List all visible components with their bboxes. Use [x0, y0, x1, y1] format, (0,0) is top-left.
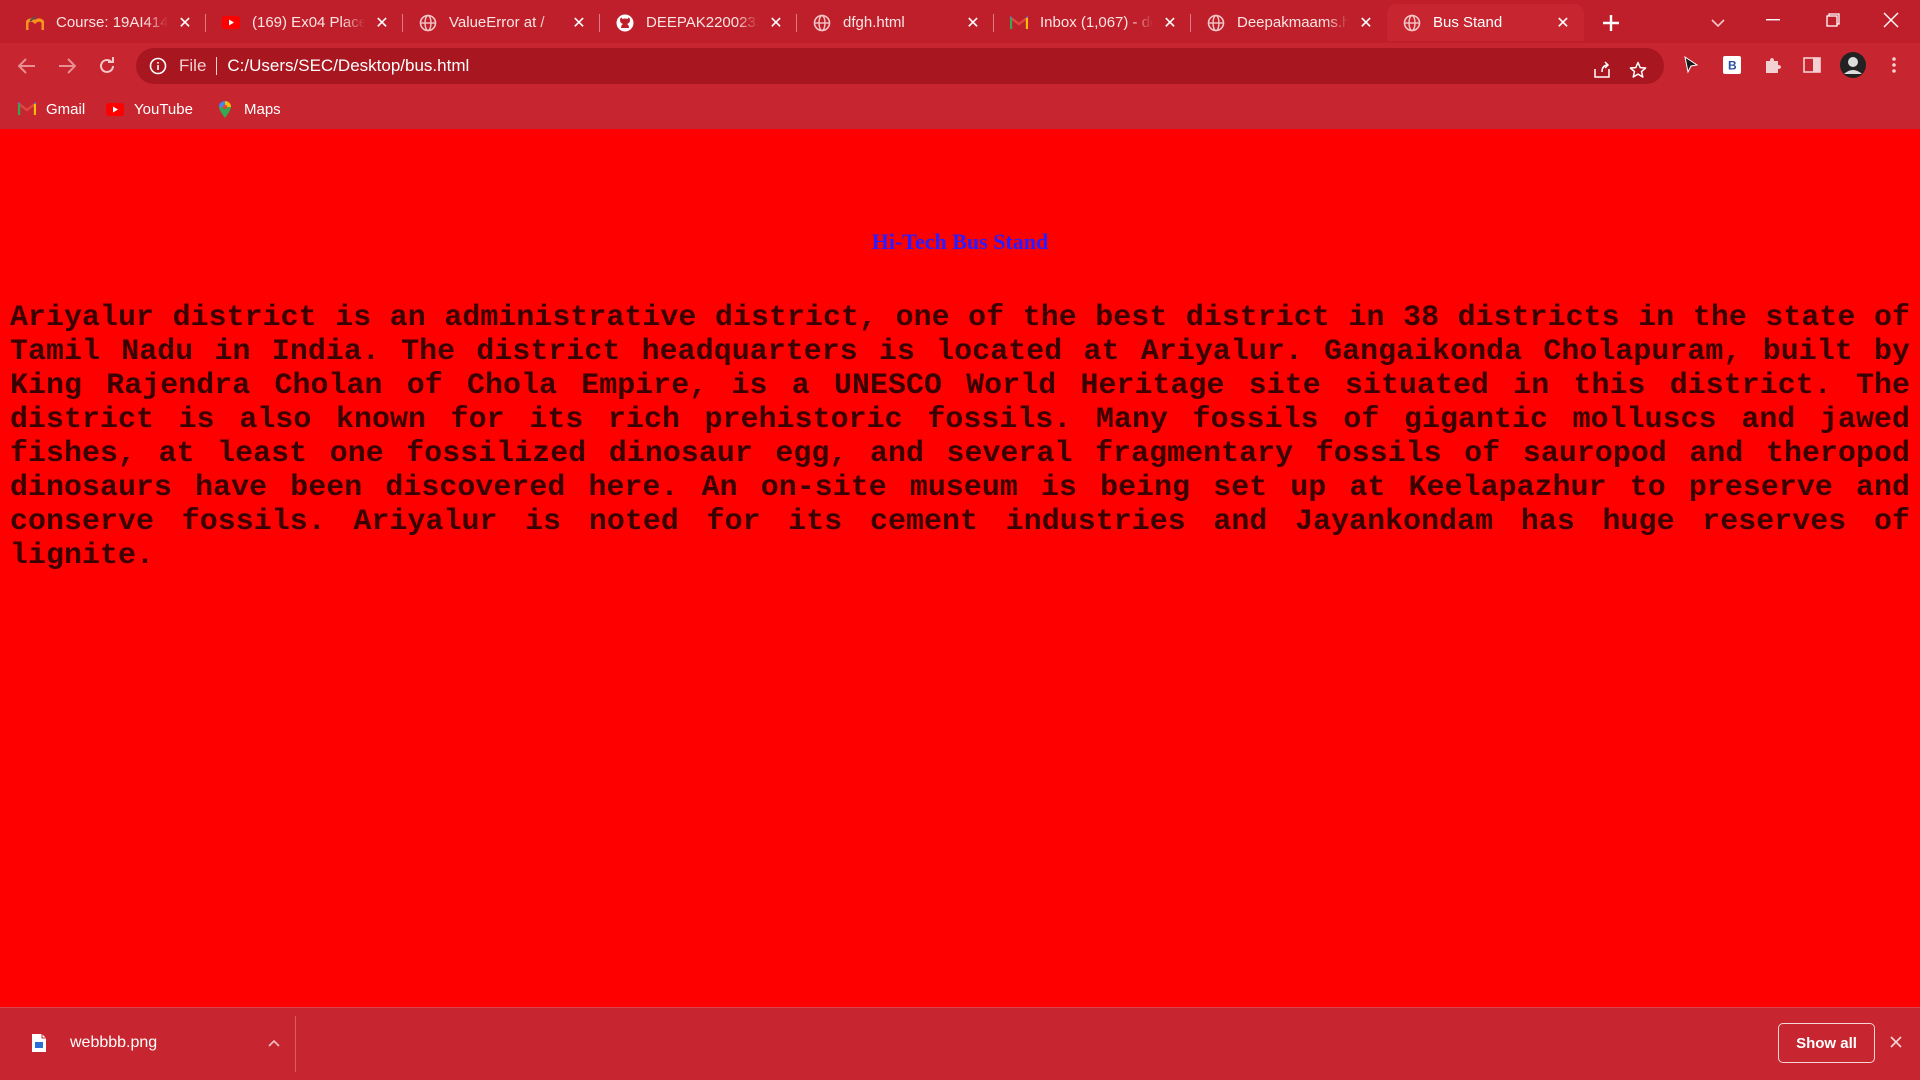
tab-title: ValueError at /	[449, 14, 545, 31]
side-panel-icon[interactable]	[1797, 50, 1827, 80]
gmail-icon	[18, 100, 36, 118]
download-divider	[295, 1016, 296, 1072]
arrow-left-icon	[18, 58, 35, 74]
back-button[interactable]	[11, 50, 43, 82]
gmail-icon	[1010, 14, 1028, 32]
youtube-icon	[222, 14, 240, 32]
tab-close-icon[interactable]: ✕	[371, 12, 393, 34]
cursor-extension-icon[interactable]	[1676, 50, 1706, 80]
globe-icon	[1207, 14, 1225, 32]
reload-icon	[100, 57, 114, 73]
toolbar: File C:/Users/SEC/Desktop/bus.html	[0, 43, 1920, 88]
bookmark-label: YouTube	[134, 100, 193, 118]
maps-icon	[216, 100, 234, 118]
tab-search-button[interactable]	[1702, 8, 1734, 38]
minimize-icon	[1766, 19, 1780, 21]
tab-close-icon[interactable]: ✕	[1355, 12, 1377, 34]
bookmark-label: Gmail	[46, 100, 86, 118]
browser-chrome: Course: 19AI414- ✕ (169) Ex04 Places ✕ V…	[0, 0, 1920, 129]
tab-bus-stand[interactable]: Bus Stand ✕	[1387, 4, 1584, 41]
page-title: Hi-Tech Bus Stand	[871, 229, 1049, 254]
download-file-name: webbbb.png	[70, 1034, 158, 1051]
tab-valueerror[interactable]: ValueError at / ✕	[403, 4, 600, 41]
tab-close-icon[interactable]: ✕	[568, 12, 590, 34]
tab-title: Bus Stand	[1433, 14, 1503, 31]
bookmark-gmail[interactable]: Gmail	[18, 96, 85, 122]
globe-icon	[1403, 14, 1421, 32]
address-bar[interactable]: File C:/Users/SEC/Desktop/bus.html	[136, 48, 1664, 84]
bookmark-star-icon[interactable]	[1624, 56, 1652, 84]
web-page: Hi-Tech Bus Stand Ariyalur district is a…	[0, 129, 1920, 1007]
tab-close-icon[interactable]: ✕	[1159, 12, 1181, 34]
url-text[interactable]: C:/Users/SEC/Desktop/bus.html	[227, 56, 469, 76]
chevron-up-icon[interactable]	[262, 1031, 286, 1055]
share-icon[interactable]	[1588, 56, 1616, 84]
tab-deepakmaams[interactable]: Deepakmaams.ht ✕	[1191, 4, 1387, 41]
minimize-button[interactable]	[1744, 0, 1802, 40]
tab-close-icon[interactable]: ✕	[174, 12, 196, 34]
chevron-down-icon	[1711, 19, 1725, 28]
tab-youtube[interactable]: (169) Ex04 Places ✕	[206, 4, 403, 41]
avatar[interactable]	[1838, 50, 1868, 80]
youtube-icon	[106, 100, 124, 118]
svg-text:B: B	[1728, 59, 1737, 73]
b-extension-icon[interactable]: B	[1717, 50, 1747, 80]
forward-button[interactable]	[51, 50, 83, 82]
scheme-label: File	[179, 56, 207, 75]
show-all-button[interactable]: Show all	[1778, 1023, 1875, 1063]
tab-strip: Course: 19AI414- ✕ (169) Ex04 Places ✕ V…	[0, 0, 1920, 43]
bookmark-youtube[interactable]: YouTube	[106, 96, 193, 122]
download-bar: webbbb.png Show all	[0, 1007, 1920, 1080]
tab-dfgh[interactable]: dfgh.html ✕	[797, 4, 994, 41]
tab-title: Course: 19AI414-	[56, 14, 168, 31]
tab-title: Inbox (1,067) - de	[1040, 14, 1153, 31]
download-item[interactable]: webbbb.png	[14, 1016, 294, 1070]
close-icon[interactable]	[1884, 1030, 1908, 1054]
restore-icon	[1826, 13, 1840, 27]
tab-title: (169) Ex04 Places	[252, 14, 365, 31]
bookmarks-bar: Gmail YouTube Maps	[0, 88, 1920, 129]
file-icon	[28, 1030, 50, 1056]
close-window-button[interactable]	[1862, 0, 1920, 40]
scheme-divider	[216, 57, 218, 75]
new-tab-button[interactable]	[1594, 6, 1628, 40]
globe-icon	[419, 14, 437, 32]
moodle-icon	[26, 14, 44, 32]
plus-icon	[1603, 15, 1619, 31]
tab-github[interactable]: DEEPAK2200233/ ✕	[600, 4, 797, 41]
globe-icon	[813, 14, 831, 32]
info-icon[interactable]	[149, 57, 167, 75]
tab-course[interactable]: Course: 19AI414- ✕	[10, 4, 206, 41]
tab-close-icon[interactable]: ✕	[765, 12, 787, 34]
github-icon	[616, 14, 634, 32]
restore-button[interactable]	[1804, 0, 1862, 40]
bookmark-label: Maps	[244, 100, 281, 118]
arrow-right-icon	[59, 58, 76, 74]
bookmark-maps[interactable]: Maps	[216, 96, 281, 122]
close-icon	[1883, 12, 1899, 28]
menu-icon[interactable]	[1879, 50, 1909, 80]
tab-title: dfgh.html	[843, 14, 905, 31]
tab-close-icon[interactable]: ✕	[1552, 12, 1574, 34]
tab-inbox[interactable]: Inbox (1,067) - de ✕	[994, 4, 1191, 41]
puzzle-icon[interactable]	[1757, 50, 1787, 80]
tab-title: DEEPAK2200233/	[646, 14, 759, 31]
reload-button[interactable]	[91, 50, 123, 82]
tab-close-icon[interactable]: ✕	[962, 12, 984, 34]
tab-title: Deepakmaams.ht	[1237, 14, 1349, 31]
page-paragraph: Ariyalur district is an administrative d…	[10, 301, 1910, 573]
